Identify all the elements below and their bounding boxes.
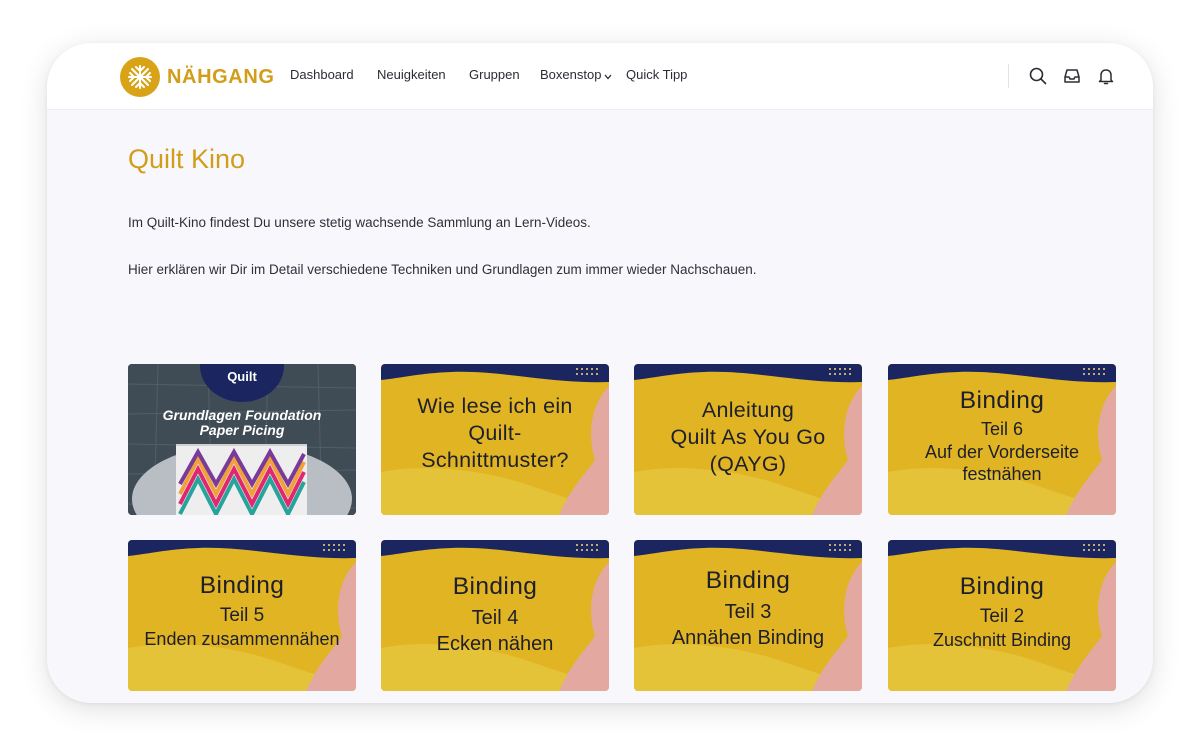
video-title-line: Annähen Binding bbox=[671, 627, 825, 649]
video-title-line: Binding bbox=[705, 567, 791, 594]
nav-boxenstop-label: Boxenstop bbox=[540, 67, 602, 82]
page-title: Quilt Kino bbox=[128, 144, 246, 174]
video-card-binding-teil-6[interactable]: Binding Teil 6 Auf der Vorderseite festn… bbox=[888, 364, 1116, 515]
video-title-line: Enden zusammennähen bbox=[144, 629, 340, 649]
video-title-line: festnähen bbox=[962, 464, 1042, 484]
nav-boxenstop[interactable]: Boxenstop bbox=[540, 67, 612, 83]
logo-icon bbox=[120, 57, 160, 97]
video-title-line: Binding bbox=[959, 573, 1045, 600]
video-title-line: Ecken nähen bbox=[436, 633, 554, 655]
video-card-binding-teil-5[interactable]: Binding Teil 5 Enden zusammennähen bbox=[128, 540, 356, 691]
video-card-foundation-paper-piecing[interactable]: Quilt Grundlagen Foundation Paper Picing bbox=[128, 364, 356, 515]
top-navigation-bar: NÄHGANG Dashboard Neuigkeiten Gruppen Bo… bbox=[47, 43, 1153, 110]
nav-quick-tipp[interactable]: Quick Tipp bbox=[626, 67, 687, 82]
video-title-line: Binding bbox=[199, 572, 285, 599]
video-card-binding-teil-2[interactable]: Binding Teil 2 Zuschnitt Binding bbox=[888, 540, 1116, 691]
video-title-line: Teil 3 bbox=[724, 601, 772, 623]
video-title-line: Teil 5 bbox=[219, 605, 265, 626]
brand-name: NÄHGANG bbox=[167, 65, 275, 88]
nav-dashboard[interactable]: Dashboard bbox=[290, 67, 354, 82]
chevron-down-icon bbox=[604, 68, 612, 83]
search-icon[interactable] bbox=[1028, 66, 1048, 86]
inbox-icon[interactable] bbox=[1062, 66, 1082, 86]
video-brand: Quilt bbox=[227, 369, 257, 384]
brand-logo[interactable]: NÄHGANG bbox=[120, 57, 275, 97]
nav-gruppen[interactable]: Gruppen bbox=[469, 67, 520, 82]
intro-text-1: Im Quilt-Kino findest Du unsere stetig w… bbox=[128, 215, 591, 230]
app-window: NÄHGANG Dashboard Neuigkeiten Gruppen Bo… bbox=[47, 43, 1153, 703]
video-card-binding-teil-4[interactable]: Binding Teil 4 Ecken nähen bbox=[381, 540, 609, 691]
video-title-line: Binding bbox=[959, 387, 1045, 414]
intro-text-2: Hier erklären wir Dir im Detail verschie… bbox=[128, 262, 757, 277]
video-title-line: Quilt- bbox=[468, 421, 522, 445]
video-title-line: Grundlagen Foundation bbox=[162, 407, 322, 423]
video-card-binding-teil-3[interactable]: Binding Teil 3 Annähen Binding bbox=[634, 540, 862, 691]
video-title-line: Teil 6 bbox=[980, 419, 1024, 439]
video-title-line: Binding bbox=[452, 573, 538, 600]
video-title-line: Wie lese ich ein bbox=[417, 394, 573, 418]
video-card-qayg[interactable]: Anleitung Quilt As You Go (QAYG) bbox=[634, 364, 862, 515]
video-card-schnittmuster[interactable]: Wie lese ich ein Quilt- Schnittmuster? bbox=[381, 364, 609, 515]
bell-icon[interactable] bbox=[1096, 66, 1116, 86]
video-title-line: Teil 4 bbox=[471, 607, 519, 629]
video-title-line: (QAYG) bbox=[709, 452, 787, 476]
video-title-line: Paper Picing bbox=[199, 422, 285, 438]
video-title-line: Teil 2 bbox=[979, 606, 1025, 627]
nav-neuigkeiten[interactable]: Neuigkeiten bbox=[377, 67, 446, 82]
video-title-line: Auf der Vorderseite bbox=[924, 442, 1080, 462]
video-title-line: Zuschnitt Binding bbox=[932, 630, 1072, 650]
video-title-line: Anleitung bbox=[701, 398, 795, 422]
video-title-line: Schnittmuster? bbox=[421, 448, 569, 472]
video-title-line: Quilt As You Go bbox=[670, 425, 826, 449]
header-divider bbox=[1008, 64, 1009, 88]
